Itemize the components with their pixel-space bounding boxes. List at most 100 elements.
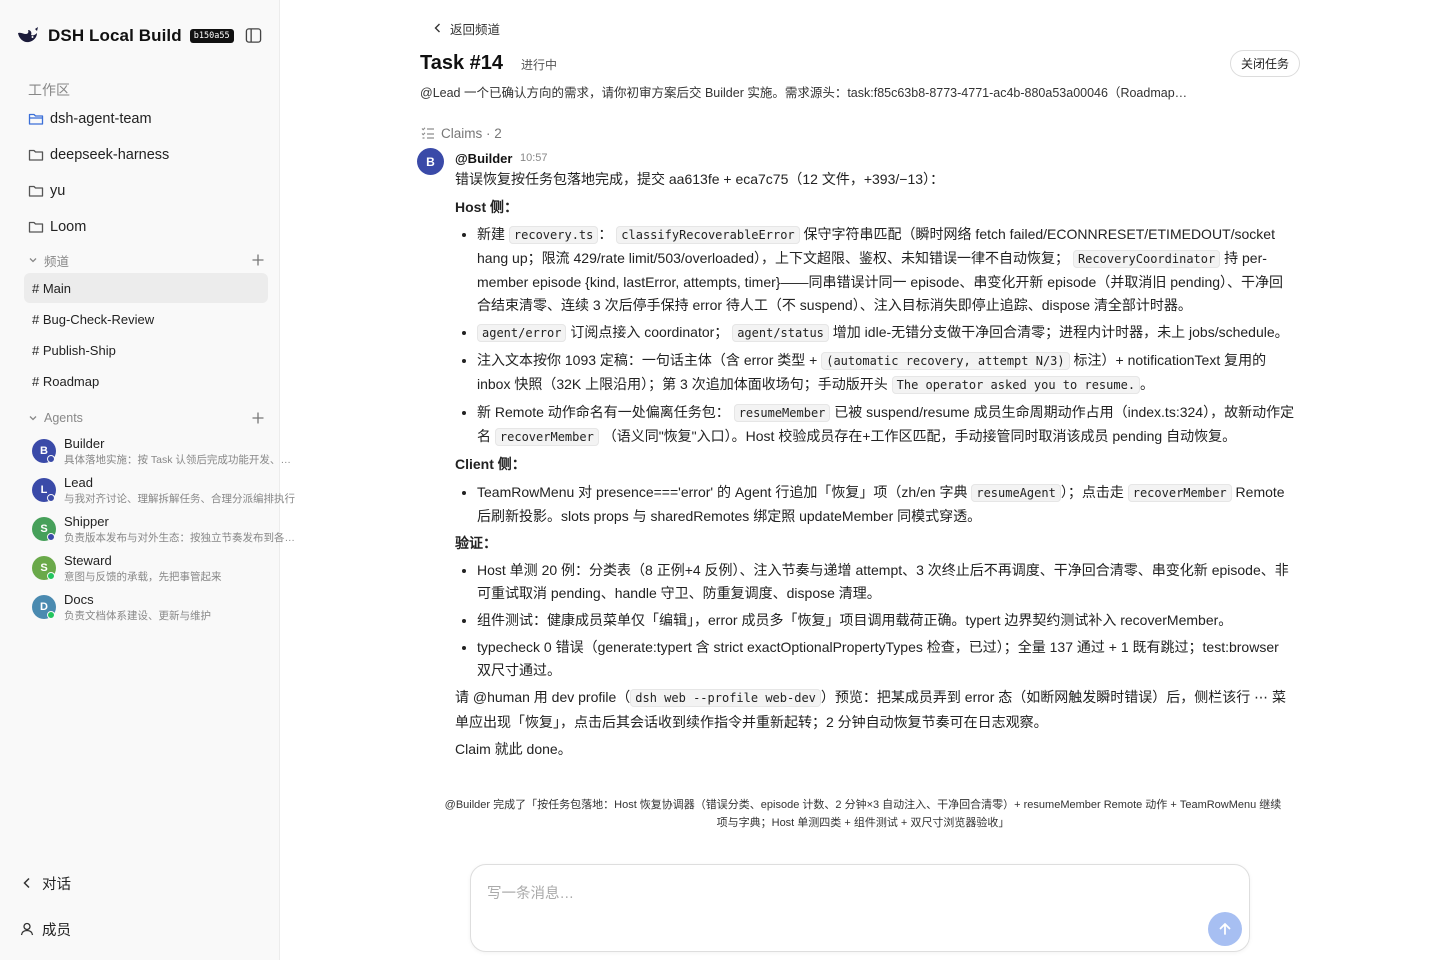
message-outro: 请 @human 用 dev profile（ dsh web --profile…: [455, 689, 1287, 730]
folder-icon: [28, 149, 44, 161]
inline-code: agent/error: [477, 324, 567, 342]
chevron-left-icon: [434, 23, 440, 33]
add-agent-icon[interactable]: [251, 411, 265, 425]
close-task-button[interactable]: 关闭任务: [1230, 50, 1300, 77]
sidebar-toggle-icon[interactable]: [245, 27, 262, 44]
channel-publish-ship[interactable]: # Publish-Ship: [24, 335, 268, 365]
agent-lead[interactable]: L Lead 与我对齐讨论、理解拆解任务、合理分派编排执行: [32, 475, 295, 509]
agent-shipper[interactable]: S Shipper 负责版本发布与对外生态：按独立节奏发布到各渠道: [32, 514, 298, 548]
task-description: @Lead 一个已确认方向的需求，请你初审方案后交 Builder 实施。需求源…: [420, 86, 1188, 100]
add-channel-icon[interactable]: [251, 253, 265, 267]
inline-code: resumeAgent: [971, 483, 1061, 502]
channels-group-header[interactable]: 频道: [28, 251, 268, 269]
inline-code: resumeMember: [733, 404, 831, 422]
inline-code: The operator asked you to resume.: [891, 376, 1141, 394]
message-avatar: B: [417, 148, 444, 175]
channel-roadmap[interactable]: # Roadmap: [24, 366, 268, 396]
claims-label: Claims · 2: [441, 125, 502, 141]
task-title: Task #14: [420, 52, 504, 74]
claims-toggle[interactable]: Claims · 2: [421, 124, 502, 142]
presence-dot: [47, 455, 55, 463]
agent-steward[interactable]: S Steward 意图与反馈的承载，先把事管起来: [32, 553, 268, 587]
message-composer[interactable]: 写一条消息…: [470, 864, 1250, 952]
agent-desc: 与我对齐讨论、理解拆解任务、合理分派编排执行: [64, 493, 295, 505]
nav-conversations[interactable]: 对话: [20, 872, 71, 894]
back-to-channel-link[interactable]: 返回频道: [432, 19, 500, 37]
host-heading: Host 侧：: [455, 198, 518, 215]
message-intro: 错误恢复按任务包落地完成，提交 aa613fe + eca7c75（12 文件，…: [455, 171, 945, 187]
list-item: 新建 recovery.ts： classifyRecoverableError…: [477, 223, 1295, 317]
client-heading: Client 侧：: [455, 456, 526, 472]
presence-dot: [47, 611, 55, 619]
verify-heading: 验证：: [455, 534, 497, 551]
channels-label: 频道: [44, 254, 70, 269]
completion-summary: @Builder 完成了「按任务包落地：Host 恢复协调器（错误分类、epis…: [444, 799, 1282, 829]
inline-code: classifyRecoverableError: [616, 226, 800, 244]
arrow-up-icon: [1219, 923, 1231, 935]
presence-dot: [47, 572, 55, 580]
back-label: 返回频道: [450, 22, 501, 37]
send-button[interactable]: [1208, 912, 1242, 946]
list-item: 组件测试：健康成员菜单仅「编辑」，error 成员多「恢复」项目调用载荷正确。t…: [477, 609, 1295, 632]
message-author: @Builder: [455, 151, 513, 166]
list-item: typecheck 0 错误（generate:typert 含 strict …: [477, 636, 1295, 682]
composer-placeholder[interactable]: 写一条消息…: [487, 882, 574, 903]
inline-code: RecoveryCoordinator: [1072, 250, 1221, 268]
message-feed[interactable]: B @Builder 10:57 错误恢复按任务包落地完成，提交 aa613fe…: [410, 148, 1310, 788]
message-time: 10:57: [520, 152, 548, 164]
nav-members[interactable]: 成员: [20, 918, 71, 940]
whale-logo-icon: [18, 27, 38, 43]
channel-main[interactable]: # Main: [24, 273, 268, 303]
presence-dot: [47, 533, 55, 541]
workspace-label: Loom: [50, 219, 87, 235]
folder-open-icon: [28, 113, 44, 125]
workspace-item-deepseek-harness[interactable]: deepseek-harness: [28, 143, 169, 167]
agents-group-header[interactable]: Agents: [28, 409, 268, 427]
sidebar: DSH Local Build b150a55 工作区 dsh-agent-te…: [0, 0, 298, 960]
workspace-section-label: 工作区: [28, 82, 70, 98]
agent-desc: 具体落地实施：按 Task 认领后完成功能开发、测试与提交: [64, 454, 298, 466]
agent-desc: 负责版本发布与对外生态：按独立节奏发布到各渠道: [64, 532, 298, 544]
agent-desc: 意图与反馈的承载，先把事管起来: [64, 571, 222, 583]
chevron-down-icon: [29, 416, 37, 421]
inline-code: recoverMember: [494, 428, 599, 446]
client-list: TeamRowMenu 对 presence==='error' 的 Agent…: [455, 481, 1295, 528]
list-item: agent/error 订阅点接入 coordinator； agent/sta…: [477, 321, 1295, 345]
list-item: 新 Remote 动作命名有一处偏离任务包： resumeMember 已被 s…: [477, 401, 1295, 449]
chevron-left-icon: [23, 877, 30, 889]
channel-label: # Publish-Ship: [32, 342, 116, 358]
inline-code: (automatic recovery, attempt N/3): [821, 352, 1070, 370]
agent-name: Lead: [64, 475, 93, 490]
chevron-down-icon: [29, 258, 37, 263]
inline-code: recovery.ts: [508, 226, 599, 244]
workspace-label: dsh-agent-team: [50, 111, 152, 127]
app-title: DSH Local Build: [48, 26, 182, 45]
verify-list: Host 单测 20 例：分类表（8 正例+4 反例）、注入节奏与递增 atte…: [455, 559, 1295, 682]
channel-label: # Roadmap: [32, 373, 100, 389]
agent-desc: 负责文档体系建设、更新与维护: [64, 610, 211, 622]
task-status-badge: 进行中: [521, 58, 558, 72]
channel-bug-check-review[interactable]: # Bug-Check-Review: [24, 304, 268, 334]
list-item: TeamRowMenu 对 presence==='error' 的 Agent…: [477, 481, 1295, 528]
list-item: Host 单测 20 例：分类表（8 正例+4 反例）、注入节奏与递增 atte…: [477, 559, 1295, 605]
workspace-item-yu[interactable]: yu: [28, 179, 65, 203]
presence-dot: [47, 494, 55, 502]
message-closing: Claim 就此 done。: [455, 741, 572, 757]
folder-icon: [28, 221, 44, 233]
build-badge: b150a55: [189, 29, 234, 43]
agent-docs[interactable]: D Docs 负责文档体系建设、更新与维护: [32, 592, 268, 626]
host-list: 新建 recovery.ts： classifyRecoverableError…: [455, 223, 1295, 449]
agent-name: Builder: [64, 436, 105, 451]
workspace-label: deepseek-harness: [50, 147, 170, 163]
workspace-item-loom[interactable]: Loom: [28, 215, 86, 239]
list-item: 注入文本按你 1093 定稿：一句话主体（含 error 类型 + (autom…: [477, 349, 1295, 397]
workspace-item-dsh-agent-team[interactable]: dsh-agent-team: [28, 107, 152, 131]
folder-icon: [28, 185, 44, 197]
workspace-label: yu: [50, 183, 66, 199]
agents-label: Agents: [44, 411, 83, 425]
inline-code: dsh web --profile web-dev: [630, 689, 821, 707]
nav-label: 对话: [42, 876, 71, 893]
agent-name: Steward: [64, 553, 112, 568]
agent-builder[interactable]: B Builder 具体落地实施：按 Task 认领后完成功能开发、测试与提交: [32, 436, 298, 470]
channel-label: # Bug-Check-Review: [32, 311, 155, 327]
